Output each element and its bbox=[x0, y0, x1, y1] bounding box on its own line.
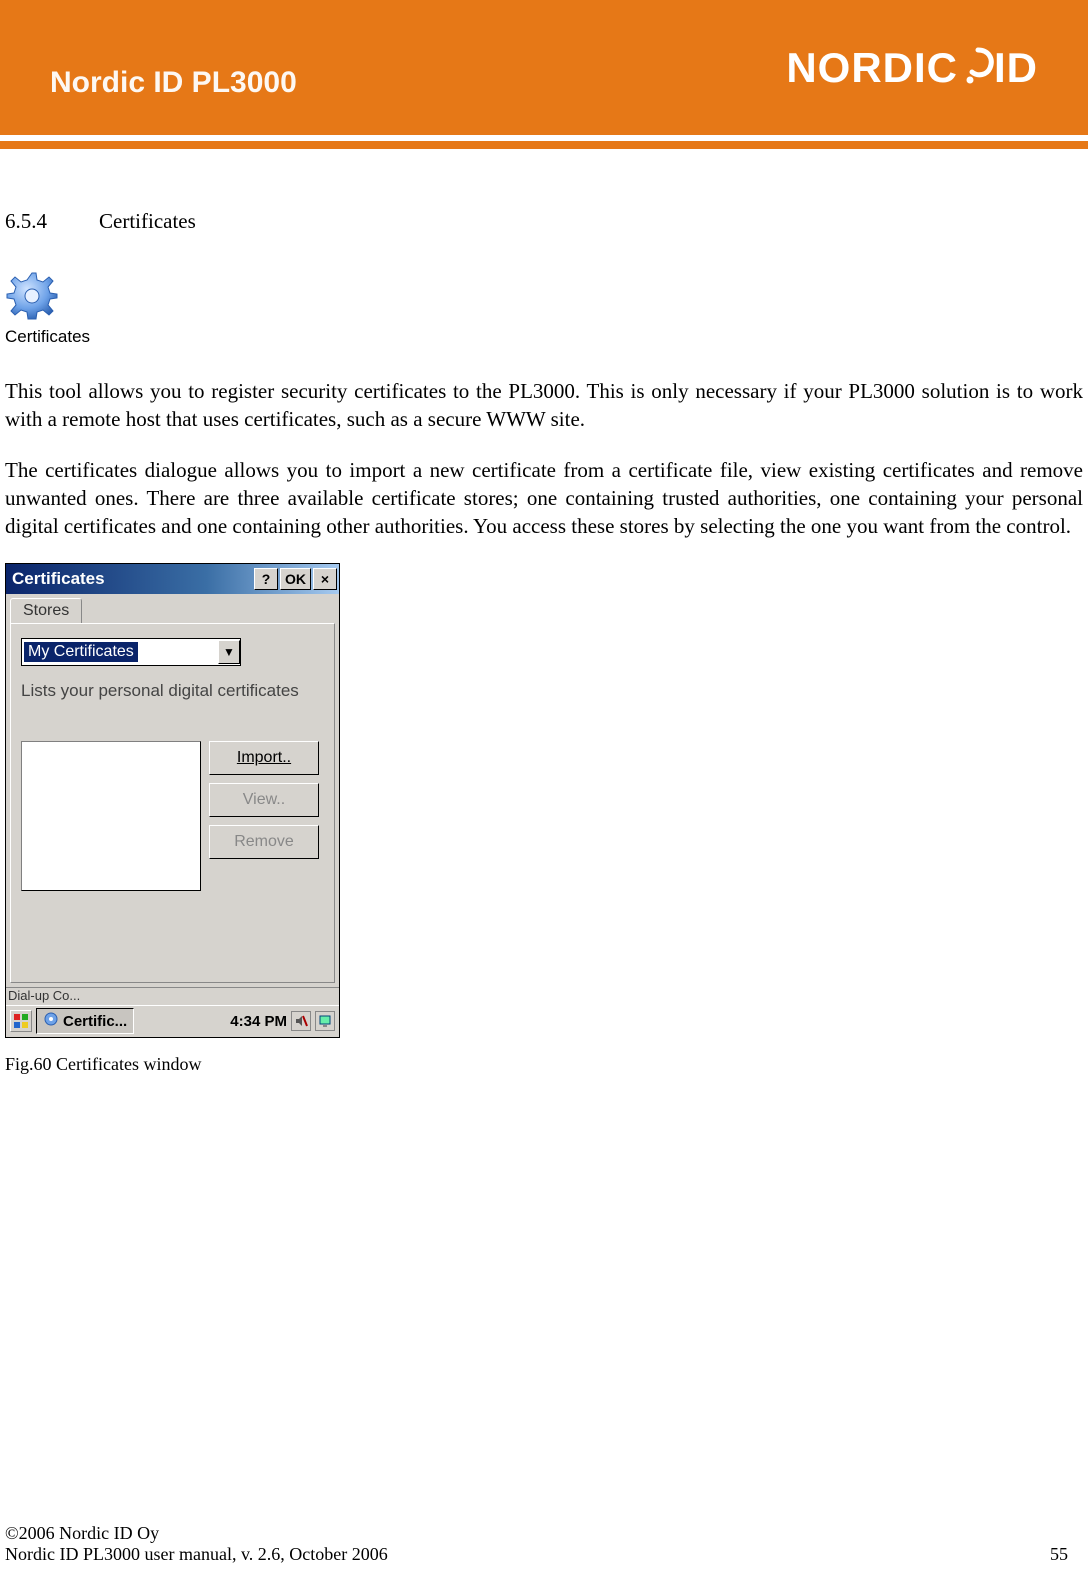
dialog-titlebar: Certificates ? OK × bbox=[6, 564, 339, 594]
store-dropdown[interactable]: My Certificates ▼ bbox=[21, 638, 241, 666]
ok-button[interactable]: OK bbox=[280, 568, 311, 590]
header-title: Nordic ID PL3000 bbox=[50, 66, 297, 100]
dialog-panel: My Certificates ▼ Lists your personal di… bbox=[10, 623, 335, 983]
gear-icon bbox=[43, 1011, 59, 1031]
volume-icon[interactable] bbox=[291, 1011, 311, 1031]
body-paragraph-1: This tool allows you to register securit… bbox=[5, 377, 1083, 434]
chevron-down-icon[interactable]: ▼ bbox=[218, 640, 240, 664]
certificates-icon-block: Certificates bbox=[5, 269, 1083, 347]
section-title: Certificates bbox=[99, 209, 196, 233]
dialog-tab-row: Stores bbox=[6, 594, 339, 623]
taskbar-app-label: Certific... bbox=[63, 1013, 127, 1030]
system-tray: 4:34 PM bbox=[230, 1011, 335, 1031]
dialog-title: Certificates bbox=[12, 569, 252, 589]
desktop-icon[interactable] bbox=[315, 1011, 335, 1031]
remove-button: Remove bbox=[209, 825, 319, 859]
figure-caption: Fig.60 Certificates window bbox=[5, 1054, 1083, 1075]
taskbar-app-button[interactable]: Certific... bbox=[36, 1008, 134, 1034]
help-button[interactable]: ? bbox=[254, 568, 278, 590]
footer-copyright: ©2006 Nordic ID Oy bbox=[5, 1523, 388, 1544]
store-dropdown-value: My Certificates bbox=[24, 642, 138, 662]
windows-flag-icon bbox=[13, 1013, 29, 1029]
certificates-icon-label: Certificates bbox=[5, 327, 1083, 347]
store-description: Lists your personal digital certificates bbox=[21, 680, 324, 701]
footer-manual-version: Nordic ID PL3000 user manual, v. 2.6, Oc… bbox=[5, 1544, 388, 1565]
close-button[interactable]: × bbox=[313, 568, 337, 590]
view-button: View.. bbox=[209, 783, 319, 817]
tab-stores[interactable]: Stores bbox=[10, 598, 82, 623]
certificate-listbox[interactable] bbox=[21, 741, 201, 891]
gear-icon bbox=[5, 269, 1083, 323]
taskbar-clock: 4:34 PM bbox=[230, 1013, 287, 1030]
logo-word-1: NORDIC bbox=[786, 44, 958, 92]
section-heading: 6.5.4 Certificates bbox=[5, 209, 1083, 234]
logo-word-2: ID bbox=[994, 44, 1038, 92]
page-footer: ©2006 Nordic ID Oy Nordic ID PL3000 user… bbox=[5, 1523, 1068, 1565]
logo-swirl-icon bbox=[960, 44, 996, 92]
page-number: 55 bbox=[1050, 1544, 1068, 1565]
import-button[interactable]: Import.. bbox=[209, 741, 319, 775]
certificates-dialog: Certificates ? OK × Stores My Certificat… bbox=[5, 563, 340, 1038]
brand-logo: NORDIC ID bbox=[786, 44, 1038, 92]
taskbar: Certific... 4:34 PM bbox=[6, 1005, 339, 1037]
body-paragraph-2: The certificates dialogue allows you to … bbox=[5, 456, 1083, 541]
header-accent-bar bbox=[0, 141, 1088, 149]
section-number: 6.5.4 bbox=[5, 209, 95, 234]
dialog-underbar: Dial-up Co... bbox=[6, 987, 339, 1005]
start-button[interactable] bbox=[10, 1010, 32, 1032]
page-header: Nordic ID PL3000 NORDIC ID bbox=[0, 0, 1088, 135]
